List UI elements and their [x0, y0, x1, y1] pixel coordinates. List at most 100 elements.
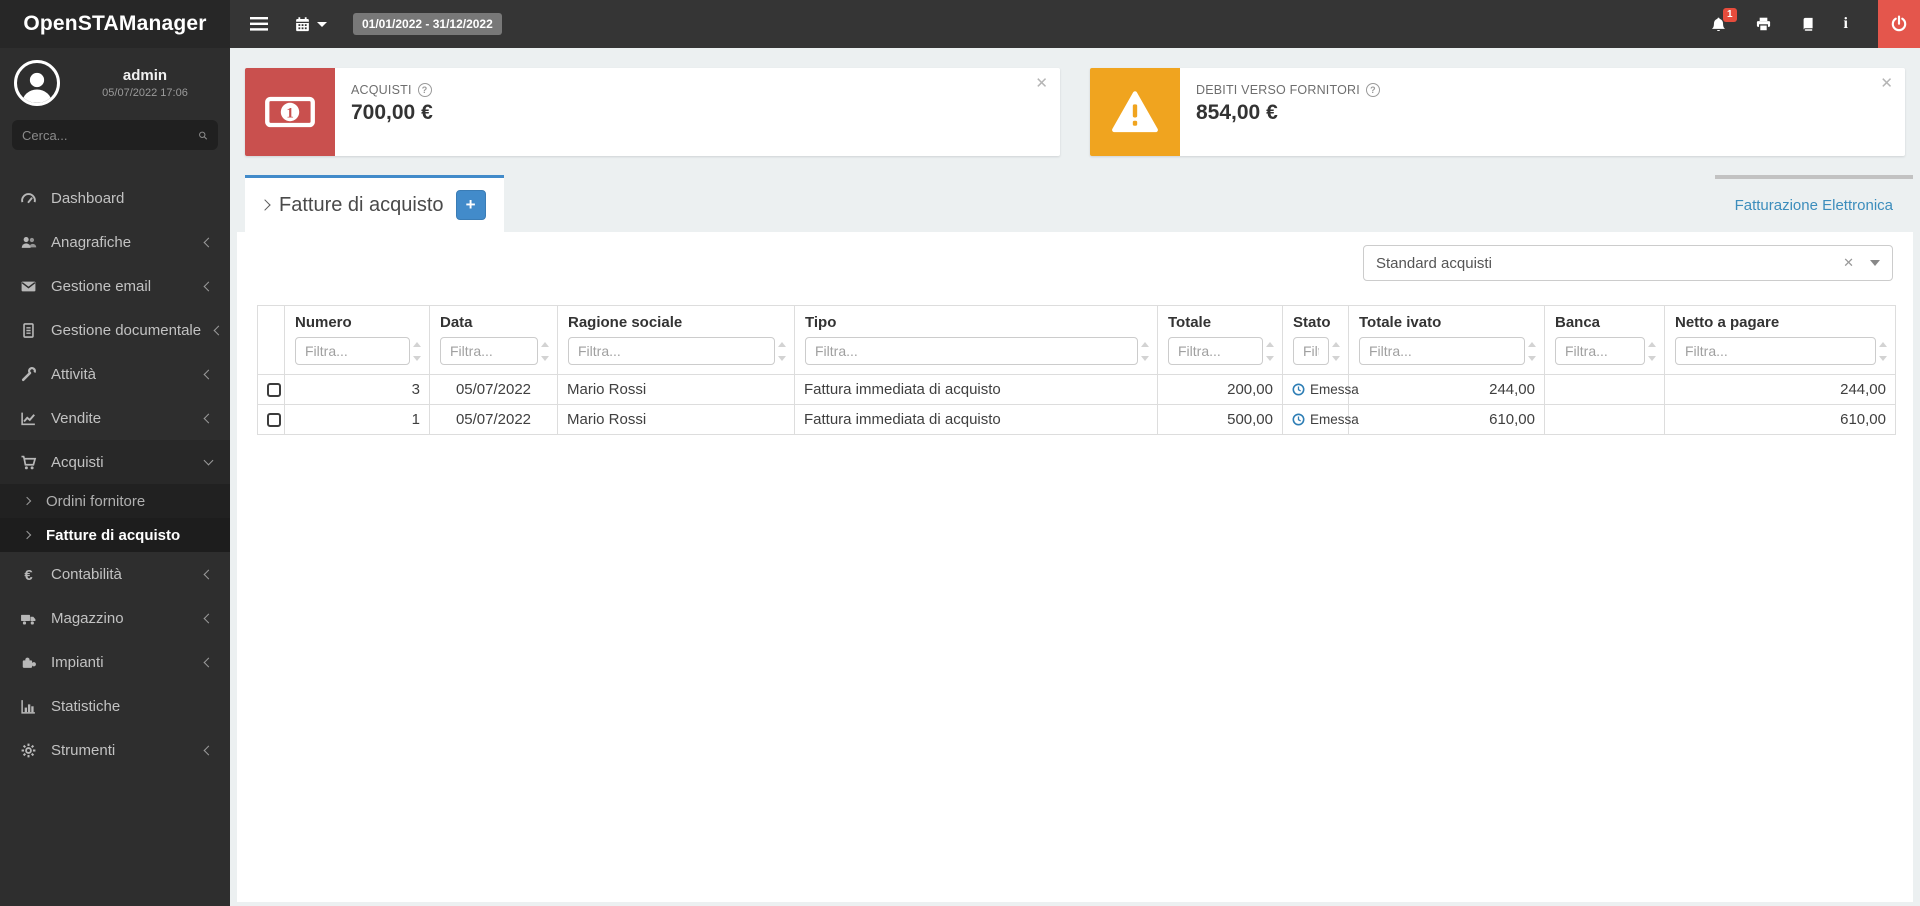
filter-input-tipo[interactable] — [805, 337, 1138, 365]
sidebar-item-attivita[interactable]: Attività — [0, 352, 230, 396]
add-invoice-button[interactable]: + — [455, 190, 486, 220]
filter-input-data[interactable] — [440, 337, 538, 365]
sidebar: OpenSTAManager admin 05/07/2022 17:06 Da… — [0, 0, 230, 906]
column-header-banca[interactable]: Banca — [1544, 305, 1665, 375]
help-icon[interactable] — [417, 83, 432, 97]
chevron-right-icon — [22, 496, 32, 506]
sidebar-item-strumenti[interactable]: Strumenti — [0, 728, 230, 772]
search-icon[interactable] — [198, 128, 208, 143]
tab-fatturazione-elettronica[interactable]: Fatturazione Elettronica — [1714, 175, 1913, 232]
notifications-button[interactable]: 1 — [1710, 8, 1737, 33]
card-acquisti: 1 ACQUISTI 700,00 € — [245, 68, 1060, 156]
svg-text:1: 1 — [286, 104, 294, 121]
sidebar-item-label: Contabilità — [51, 565, 122, 583]
sidebar-item-contabilita[interactable]: € Contabilità — [0, 552, 230, 596]
calendar-picker-button[interactable] — [294, 16, 327, 33]
chevron-left-icon — [203, 281, 214, 291]
column-header-stato[interactable]: Stato — [1282, 305, 1349, 375]
column-header-tipo[interactable]: Tipo — [794, 305, 1158, 375]
clear-selection-icon[interactable] — [1843, 255, 1854, 271]
cell-netto-a-pagare: 244,00 — [1664, 374, 1896, 405]
filter-input-stato[interactable] — [1293, 337, 1329, 365]
notification-badge: 1 — [1722, 8, 1737, 22]
cell-totale: 200,00 — [1157, 374, 1283, 405]
sidebar-item-statistiche[interactable]: Statistiche — [0, 684, 230, 728]
filter-input-totale[interactable] — [1168, 337, 1263, 365]
bar-chart-icon — [20, 698, 37, 715]
sort-icon[interactable] — [413, 341, 421, 361]
date-range-badge[interactable]: 01/01/2022 - 31/12/2022 — [353, 13, 502, 35]
sort-icon[interactable] — [778, 341, 786, 361]
fatturazione-elettronica-link[interactable]: Fatturazione Elettronica — [1735, 197, 1893, 214]
sidebar-item-anagrafiche[interactable]: Anagrafiche — [0, 220, 230, 264]
help-icon[interactable] — [1365, 83, 1380, 97]
sidebar-item-label: Impianti — [51, 653, 104, 671]
table-row[interactable]: 3 05/07/2022 Mario Rossi Fattura immedia… — [257, 374, 1896, 405]
logout-button[interactable] — [1878, 0, 1920, 48]
filter-input-numero[interactable] — [295, 337, 410, 365]
info-button[interactable]: i — [1844, 15, 1848, 33]
close-icon[interactable] — [1035, 76, 1048, 91]
cell-tipo: Fattura immediata di acquisto — [794, 404, 1158, 435]
filter-input-ragione-sociale[interactable] — [568, 337, 775, 365]
sidebar-item-label: Gestione documentale — [51, 321, 202, 339]
sidebar-search[interactable] — [12, 120, 218, 150]
sidebar-subitem-label: Fatture di acquisto — [46, 526, 181, 544]
sidebar-item-impianti[interactable]: Impianti — [0, 640, 230, 684]
cell-data: 05/07/2022 — [429, 374, 558, 405]
row-checkbox[interactable] — [267, 382, 281, 397]
sidebar-item-gestione-documentale[interactable]: Gestione documentale — [0, 308, 230, 352]
manual-button[interactable] — [1800, 16, 1816, 33]
sort-icon[interactable] — [1141, 341, 1149, 361]
user-datetime: 05/07/2022 17:06 — [102, 87, 188, 99]
column-header-totale[interactable]: Totale — [1157, 305, 1283, 375]
chevron-left-icon — [203, 613, 214, 623]
column-header-numero[interactable]: Numero — [284, 305, 430, 375]
close-icon[interactable] — [1880, 76, 1893, 91]
cell-totale-ivato: 610,00 — [1348, 404, 1545, 435]
filter-input-netto-a-pagare[interactable] — [1675, 337, 1876, 365]
sidebar-item-label: Attività — [51, 365, 97, 383]
sort-icon[interactable] — [1648, 341, 1656, 361]
sort-icon[interactable] — [1879, 341, 1887, 361]
topbar: 01/01/2022 - 31/12/2022 1 i — [230, 0, 1920, 48]
sidebar-item-acquisti[interactable]: Acquisti — [0, 440, 230, 484]
chevron-right-icon — [259, 199, 271, 211]
filter-input-totale-ivato[interactable] — [1359, 337, 1525, 365]
sort-icon[interactable] — [1332, 341, 1340, 361]
status-badge: Emessa — [1310, 382, 1359, 397]
sidebar-item-dashboard[interactable]: Dashboard — [0, 176, 230, 220]
sidebar-item-gestione-email[interactable]: Gestione email — [0, 264, 230, 308]
cell-data: 05/07/2022 — [429, 404, 558, 435]
sort-icon[interactable] — [1266, 341, 1274, 361]
printer-icon — [1756, 17, 1770, 32]
caret-down-icon[interactable] — [1870, 260, 1880, 266]
search-input[interactable] — [22, 127, 198, 143]
sort-icon[interactable] — [1528, 341, 1536, 361]
column-header-totale-ivato[interactable]: Totale ivato — [1348, 305, 1545, 375]
card-label: DEBITI VERSO FORNITORI — [1196, 83, 1360, 97]
sidebar-item-magazzino[interactable]: Magazzino — [0, 596, 230, 640]
row-checkbox[interactable] — [267, 412, 281, 427]
print-button[interactable] — [1755, 16, 1772, 33]
column-header-netto-a-pagare[interactable]: Netto a pagare — [1664, 305, 1896, 375]
truck-icon — [20, 610, 37, 627]
sidebar-item-vendite[interactable]: Vendite — [0, 396, 230, 440]
print-template-select[interactable]: Standard acquisti — [1363, 245, 1893, 281]
filter-input-banca[interactable] — [1555, 337, 1645, 365]
table-row[interactable]: 1 05/07/2022 Mario Rossi Fattura immedia… — [257, 404, 1896, 435]
power-icon — [1891, 15, 1907, 32]
selected-option: Standard acquisti — [1376, 254, 1492, 272]
sidebar-subitem-ordini-fornitore[interactable]: Ordini fornitore — [0, 484, 230, 518]
hamburger-menu-icon[interactable] — [250, 17, 268, 31]
column-header-data[interactable]: Data — [429, 305, 558, 375]
sort-icon[interactable] — [541, 341, 549, 361]
card-value: 854,00 € — [1196, 101, 1278, 124]
envelope-icon — [20, 278, 37, 295]
tab-pane: Standard acquisti Numero D — [237, 232, 1913, 902]
sidebar-subitem-fatture-di-acquisto[interactable]: Fatture di acquisto — [0, 518, 230, 552]
users-icon — [20, 234, 37, 251]
stat-cards: 1 ACQUISTI 700,00 € DEBITI VERSO FORNITO… — [237, 68, 1913, 156]
cell-ragione-sociale: Mario Rossi — [557, 404, 795, 435]
column-header-ragione-sociale[interactable]: Ragione sociale — [557, 305, 795, 375]
